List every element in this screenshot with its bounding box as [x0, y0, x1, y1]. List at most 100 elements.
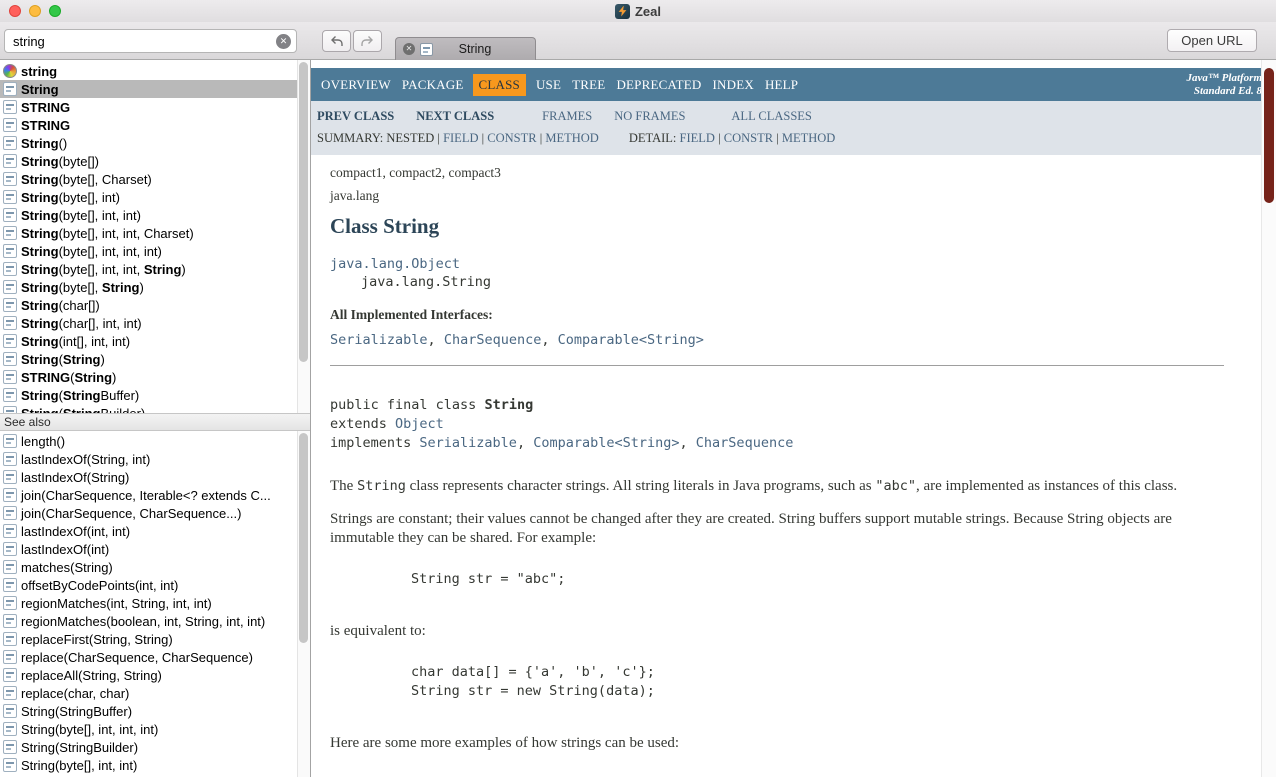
compact-profiles: compact1, compact2, compact3 — [330, 165, 1224, 181]
subnav-nested: NESTED — [386, 131, 434, 145]
search-result-item[interactable]: STRING — [0, 116, 310, 134]
entry-icon — [3, 262, 17, 276]
nav-package[interactable]: PACKAGE — [398, 73, 468, 97]
see-also-item-label: offsetByCodePoints(int, int) — [21, 578, 178, 593]
search-result-item[interactable]: String(byte[], int, int) — [0, 206, 310, 224]
see-also-item[interactable]: matches(String) — [0, 558, 310, 576]
doc-link[interactable]: Comparable<String> — [558, 332, 704, 348]
doc-link[interactable]: CharSequence — [444, 332, 542, 348]
search-result-item[interactable]: String(byte[], int, int, int) — [0, 242, 310, 260]
see-also-scrollbar-thumb[interactable] — [299, 433, 308, 643]
search-result-item[interactable]: String(byte[], int) — [0, 188, 310, 206]
titlebar: Zeal — [0, 0, 1276, 22]
text-segment: , — [428, 332, 444, 348]
search-result-item-label: String(byte[], String) — [21, 280, 144, 295]
subnav-next-class[interactable]: NEXT CLASS — [416, 109, 494, 123]
doc-link[interactable]: CharSequence — [696, 435, 794, 451]
see-also-item-label: String(byte[], int, int, int) — [21, 722, 158, 737]
implemented-interfaces-label: All Implemented Interfaces: — [330, 307, 1224, 323]
subnav-constr[interactable]: CONSTR — [724, 131, 773, 145]
search-result-item[interactable]: String(byte[], Charset) — [0, 170, 310, 188]
see-also-item[interactable]: lastIndexOf(int, int) — [0, 522, 310, 540]
subnav-field[interactable]: FIELD — [680, 131, 715, 145]
nav-class[interactable]: CLASS — [473, 74, 526, 96]
see-also-item[interactable]: replaceFirst(String, String) — [0, 630, 310, 648]
search-result-item[interactable]: String(String) — [0, 350, 310, 368]
see-also-item[interactable]: replaceAll(String, String) — [0, 666, 310, 684]
open-url-button[interactable]: Open URL — [1167, 29, 1257, 52]
search-result-item[interactable]: STRING(String) — [0, 368, 310, 386]
nav-help[interactable]: HELP — [761, 73, 802, 97]
see-also-item[interactable]: String(StringBuilder) — [0, 738, 310, 756]
nav-tree[interactable]: TREE — [568, 73, 609, 97]
search-result-item[interactable]: String(byte[]) — [0, 152, 310, 170]
see-also-item[interactable]: join(CharSequence, CharSequence...) — [0, 504, 310, 522]
search-result-item[interactable]: String(int[], int, int) — [0, 332, 310, 350]
see-also-item[interactable]: lastIndexOf(String) — [0, 468, 310, 486]
description-paragraph-4: Here are some more examples of how strin… — [330, 734, 1224, 753]
nav-deprecated[interactable]: DEPRECATED — [612, 73, 705, 97]
subnav-prev-class[interactable]: PREV CLASS — [317, 109, 394, 123]
sidebar-scrollbar-thumb[interactable] — [299, 62, 308, 362]
see-also-item[interactable]: regionMatches(boolean, int, String, int,… — [0, 612, 310, 630]
code-example-2: char data[] = {'a', 'b', 'c'}; String st… — [411, 663, 1224, 702]
see-also-item[interactable]: replace(CharSequence, CharSequence) — [0, 648, 310, 666]
see-also-item[interactable]: lastIndexOf(int) — [0, 540, 310, 558]
search-result-item-label: String(byte[], int) — [21, 190, 120, 205]
search-result-item[interactable]: String — [0, 80, 310, 98]
entry-icon — [3, 136, 17, 150]
tab-string[interactable]: ✕ String — [395, 37, 536, 60]
see-also-item[interactable]: String(StringBuffer) — [0, 702, 310, 720]
nav-overview[interactable]: OVERVIEW — [317, 73, 395, 97]
subnav-all-classes[interactable]: ALL CLASSES — [731, 109, 811, 123]
search-input[interactable] — [7, 34, 276, 49]
search-result-item[interactable]: String(char[]) — [0, 296, 310, 314]
search-result-item-label: String(byte[], int, int) — [21, 208, 141, 223]
docset-icon — [3, 64, 17, 78]
close-window-button[interactable] — [9, 5, 21, 17]
search-result-item[interactable]: String(byte[], int, int, String) — [0, 260, 310, 278]
nav-use[interactable]: USE — [532, 73, 565, 97]
see-also-item[interactable]: String(byte[], int, int, int) — [0, 720, 310, 738]
see-also-item[interactable]: String(byte[], int, int) — [0, 756, 310, 774]
nav-index[interactable]: INDEX — [709, 73, 758, 97]
search-result-item[interactable]: string — [0, 62, 310, 80]
see-also-item-label: replaceFirst(String, String) — [21, 632, 173, 647]
doc-link[interactable]: Serializable — [419, 435, 517, 451]
subnav-constr[interactable]: CONSTR — [487, 131, 536, 145]
see-also-item[interactable]: regionMatches(int, String, int, int) — [0, 594, 310, 612]
subnav-method[interactable]: METHOD — [545, 131, 598, 145]
search-result-item[interactable]: String(byte[], int, int, Charset) — [0, 224, 310, 242]
entry-icon — [3, 298, 17, 312]
search-result-item[interactable]: String(char[], int, int) — [0, 314, 310, 332]
search-result-item[interactable]: STRING — [0, 98, 310, 116]
code-example-1: String str = "abc"; — [411, 570, 1224, 590]
see-also-item[interactable]: replace(char, char) — [0, 684, 310, 702]
content-scrollbar-thumb[interactable] — [1264, 68, 1274, 203]
back-button[interactable] — [322, 30, 351, 52]
search-result-item[interactable]: String() — [0, 134, 310, 152]
subnav-field[interactable]: FIELD — [443, 131, 478, 145]
subnav-method[interactable]: METHOD — [782, 131, 835, 145]
forward-button[interactable] — [353, 30, 382, 52]
subnav-frames[interactable]: FRAMES — [542, 109, 592, 123]
entry-icon — [3, 704, 17, 718]
search-result-item[interactable]: String(StringBuilder) — [0, 404, 310, 413]
clear-search-icon[interactable]: ✕ — [276, 34, 291, 49]
search-result-item[interactable]: String(StringBuffer) — [0, 386, 310, 404]
doc-link[interactable]: Comparable<String> — [533, 435, 679, 451]
search-box[interactable]: ✕ — [4, 29, 297, 53]
main-row: stringStringSTRINGSTRINGString()String(b… — [0, 60, 1276, 777]
tab-close-icon[interactable]: ✕ — [403, 43, 415, 55]
search-result-item[interactable]: String(byte[], String) — [0, 278, 310, 296]
zoom-window-button[interactable] — [49, 5, 61, 17]
minimize-window-button[interactable] — [29, 5, 41, 17]
subnav-no-frames[interactable]: NO FRAMES — [614, 109, 685, 123]
see-also-item[interactable]: join(CharSequence, Iterable<? extends C.… — [0, 486, 310, 504]
doc-link[interactable]: Serializable — [330, 332, 428, 348]
see-also-item[interactable]: offsetByCodePoints(int, int) — [0, 576, 310, 594]
see-also-item[interactable]: lastIndexOf(String, int) — [0, 450, 310, 468]
doc-link[interactable]: Object — [395, 416, 444, 432]
inheritance-link-object[interactable]: java.lang.Object — [330, 255, 1224, 273]
see-also-item[interactable]: length() — [0, 432, 310, 450]
